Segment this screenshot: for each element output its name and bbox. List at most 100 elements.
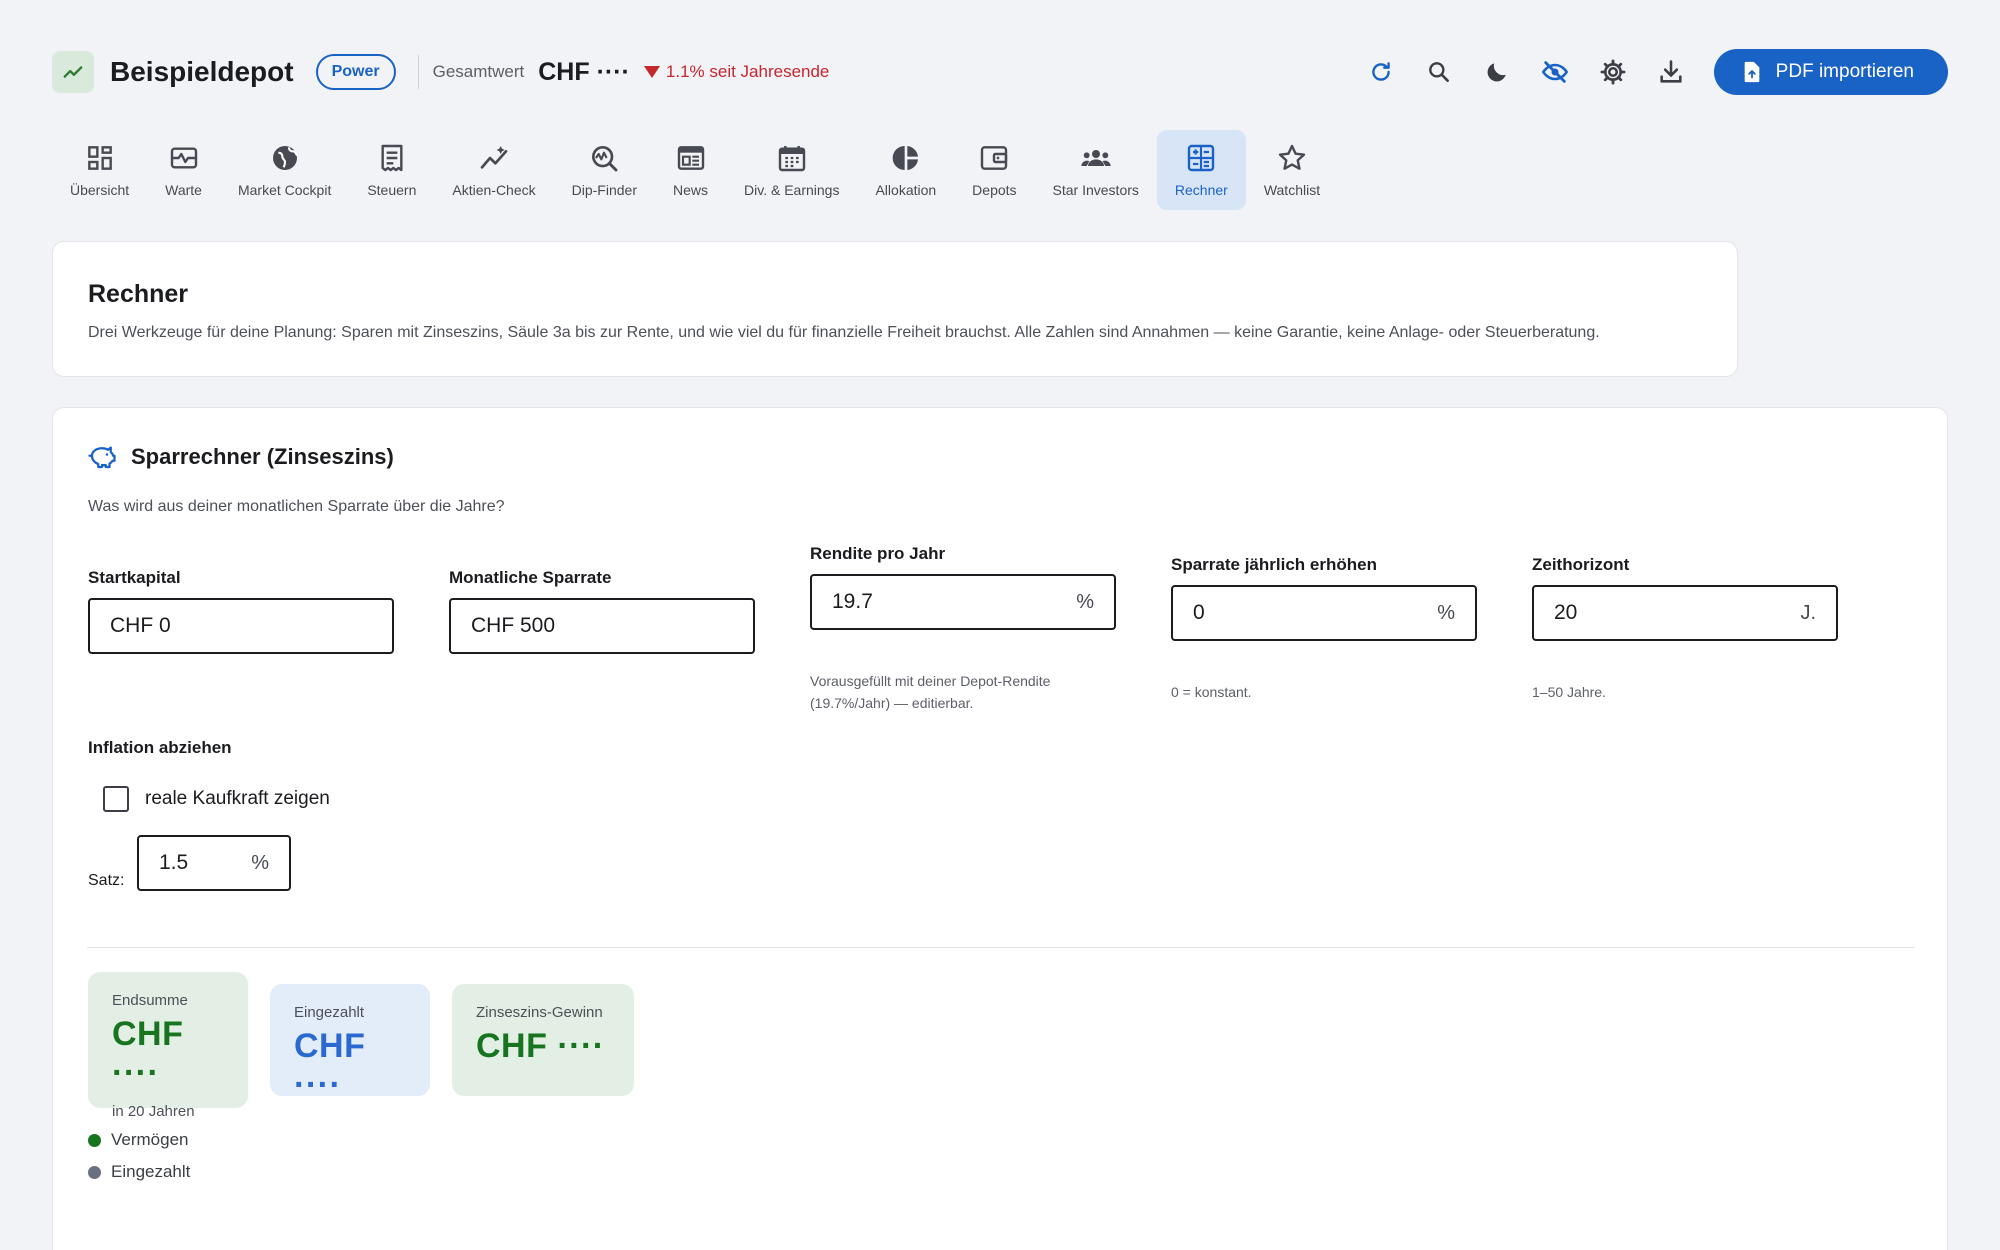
start-capital-field: Startkapital CHF 0 bbox=[88, 568, 394, 654]
monthly-rate-field: Monatliche Sparrate CHF 500 bbox=[449, 568, 755, 654]
calculator-subtitle: Was wird aus deiner monatlichen Sparrate… bbox=[88, 498, 505, 515]
tab-dip-finder[interactable]: Dip-Finder bbox=[554, 130, 655, 210]
increase-field: Sparrate jährlich erhöhen 0 % 0 = konsta… bbox=[1171, 555, 1477, 703]
header-actions: PDF importieren bbox=[1352, 49, 1948, 95]
checkbox[interactable] bbox=[103, 786, 129, 812]
tab-label: Steuern bbox=[367, 182, 417, 198]
newspaper-icon bbox=[677, 146, 704, 170]
app-header: Beispieldepot Power Gesamtwert CHF ···· … bbox=[52, 49, 1948, 95]
start-capital-label: Startkapital bbox=[88, 568, 181, 587]
monthly-rate-input[interactable]: CHF 500 bbox=[449, 598, 755, 654]
tab-label: Star Investors bbox=[1052, 182, 1139, 198]
horizon-field: Zeithorizont 20 J. 1–50 Jahre. bbox=[1532, 555, 1838, 703]
tab-aktien-check[interactable]: Aktien-Check bbox=[434, 130, 553, 210]
trending-icon bbox=[480, 146, 508, 169]
legend-item-paid-in: Eingezahlt bbox=[88, 1162, 190, 1182]
tab-rechner[interactable]: Rechner bbox=[1156, 130, 1246, 210]
refresh-icon bbox=[1371, 62, 1390, 81]
return-input[interactable]: 19.7 % bbox=[810, 574, 1116, 630]
return-field: Rendite pro Jahr 19.7 % Vorausgefüllt mi… bbox=[810, 544, 1120, 714]
download-button[interactable] bbox=[1642, 50, 1700, 94]
eye-off-icon bbox=[1541, 61, 1568, 83]
compound-gain-card: Zinseszins-Gewinn CHF ···· bbox=[452, 984, 634, 1096]
horizon-input[interactable]: 20 J. bbox=[1532, 585, 1838, 641]
intro-text: Drei Werkzeuge für deine Planung: Sparen… bbox=[88, 324, 1600, 341]
pdf-import-button[interactable]: PDF importieren bbox=[1713, 49, 1948, 95]
total-label: Gesamtwert bbox=[432, 62, 525, 81]
tab-allokation[interactable]: Allokation bbox=[857, 130, 954, 210]
monitor-heart-icon bbox=[170, 147, 197, 169]
tab-label: Rechner bbox=[1174, 182, 1228, 198]
header-divider bbox=[417, 55, 419, 89]
trending-up-icon bbox=[63, 66, 83, 78]
inflation-rate-label: Satz: bbox=[88, 872, 125, 889]
legend-item-wealth: Vermögen bbox=[88, 1130, 189, 1150]
download-icon bbox=[1660, 60, 1682, 83]
return-hint: Vorausgefüllt mit deiner Depot-Rendite (… bbox=[810, 673, 1051, 711]
dashboard-icon bbox=[87, 146, 112, 170]
increase-input[interactable]: 0 % bbox=[1171, 585, 1477, 641]
inflation-rate-input[interactable]: 1.5 % bbox=[137, 835, 291, 891]
gear-icon bbox=[1600, 59, 1626, 85]
tab-news[interactable]: News bbox=[655, 130, 726, 210]
start-capital-value: CHF 0 bbox=[110, 614, 171, 637]
wallet-icon bbox=[981, 146, 1008, 170]
tab-uebersicht[interactable]: Übersicht bbox=[52, 130, 147, 210]
legend-dot bbox=[88, 1165, 101, 1179]
pdf-import-label: PDF importieren bbox=[1775, 61, 1914, 82]
end-sum-value: CHF ···· bbox=[112, 1015, 184, 1092]
calculator-title: Sparrechner (Zinseszins) bbox=[131, 444, 394, 469]
return-value: 19.7 bbox=[832, 590, 873, 613]
horizon-hint: 1–50 Jahre. bbox=[1532, 684, 1606, 700]
main-nav: Übersicht Warte Market Cockpit Steuern A… bbox=[52, 130, 1338, 210]
star-icon bbox=[1278, 144, 1306, 170]
file-upload-icon bbox=[1744, 61, 1760, 83]
app-title: Beispieldepot bbox=[110, 56, 294, 87]
refresh-button[interactable] bbox=[1352, 50, 1410, 94]
tab-label: Übersicht bbox=[70, 182, 130, 198]
compound-gain-label: Zinseszins-Gewinn bbox=[476, 1004, 603, 1021]
horizon-value: 20 bbox=[1554, 601, 1578, 624]
tab-label: Watchlist bbox=[1263, 182, 1321, 198]
tab-market-cockpit[interactable]: Market Cockpit bbox=[220, 130, 349, 210]
paid-in-card: Eingezahlt CHF ···· bbox=[270, 984, 430, 1104]
tab-label: Depots bbox=[972, 182, 1017, 198]
monthly-rate-label: Monatliche Sparrate bbox=[449, 568, 612, 587]
receipt-icon bbox=[381, 144, 403, 172]
legend-label: Eingezahlt bbox=[111, 1162, 191, 1181]
dark-mode-button[interactable] bbox=[1468, 50, 1526, 94]
percent-suffix: % bbox=[1437, 601, 1455, 624]
hide-values-button[interactable] bbox=[1526, 50, 1584, 94]
settings-button[interactable] bbox=[1584, 50, 1642, 94]
tab-label: Div. & Earnings bbox=[744, 182, 840, 198]
start-capital-input[interactable]: CHF 0 bbox=[88, 598, 394, 654]
tab-star-investors[interactable]: Star Investors bbox=[1035, 130, 1157, 210]
paid-in-value: CHF ···· bbox=[294, 1027, 366, 1104]
legend-dot bbox=[88, 1133, 101, 1147]
query-stats-icon bbox=[592, 146, 618, 172]
legend-label: Vermögen bbox=[111, 1130, 189, 1149]
tab-label: Aktien-Check bbox=[452, 182, 536, 198]
increase-hint: 0 = konstant. bbox=[1171, 684, 1252, 700]
performance-indicator: 1.1% seit Jahresende bbox=[643, 62, 830, 82]
tab-watchlist[interactable]: Watchlist bbox=[1246, 130, 1338, 210]
tab-warte[interactable]: Warte bbox=[147, 130, 220, 210]
performance-text: 1.1% seit Jahresende bbox=[665, 62, 830, 81]
paid-in-label: Eingezahlt bbox=[294, 1004, 365, 1021]
return-label: Rendite pro Jahr bbox=[810, 544, 946, 563]
increase-label: Sparrate jährlich erhöhen bbox=[1171, 555, 1377, 574]
search-button[interactable] bbox=[1410, 50, 1468, 94]
savings-calculator-card: Sparrechner (Zinseszins) Was wird aus de… bbox=[52, 407, 1948, 1250]
down-triangle-icon bbox=[643, 66, 660, 78]
checkbox-label: reale Kaufkraft zeigen bbox=[145, 788, 330, 809]
tab-depots[interactable]: Depots bbox=[954, 130, 1034, 210]
calculator-icon bbox=[1188, 144, 1215, 172]
tab-steuern[interactable]: Steuern bbox=[349, 130, 434, 210]
total-value: CHF ···· bbox=[538, 57, 630, 86]
tab-div-earnings[interactable]: Div. & Earnings bbox=[726, 130, 857, 210]
plan-badge[interactable]: Power bbox=[315, 54, 396, 90]
increase-value: 0 bbox=[1193, 601, 1205, 624]
real-purchasing-power-toggle[interactable]: reale Kaufkraft zeigen bbox=[103, 786, 330, 812]
percent-suffix: % bbox=[1076, 590, 1094, 613]
end-sum-card: Endsumme CHF ···· in 20 Jahren bbox=[88, 972, 248, 1120]
